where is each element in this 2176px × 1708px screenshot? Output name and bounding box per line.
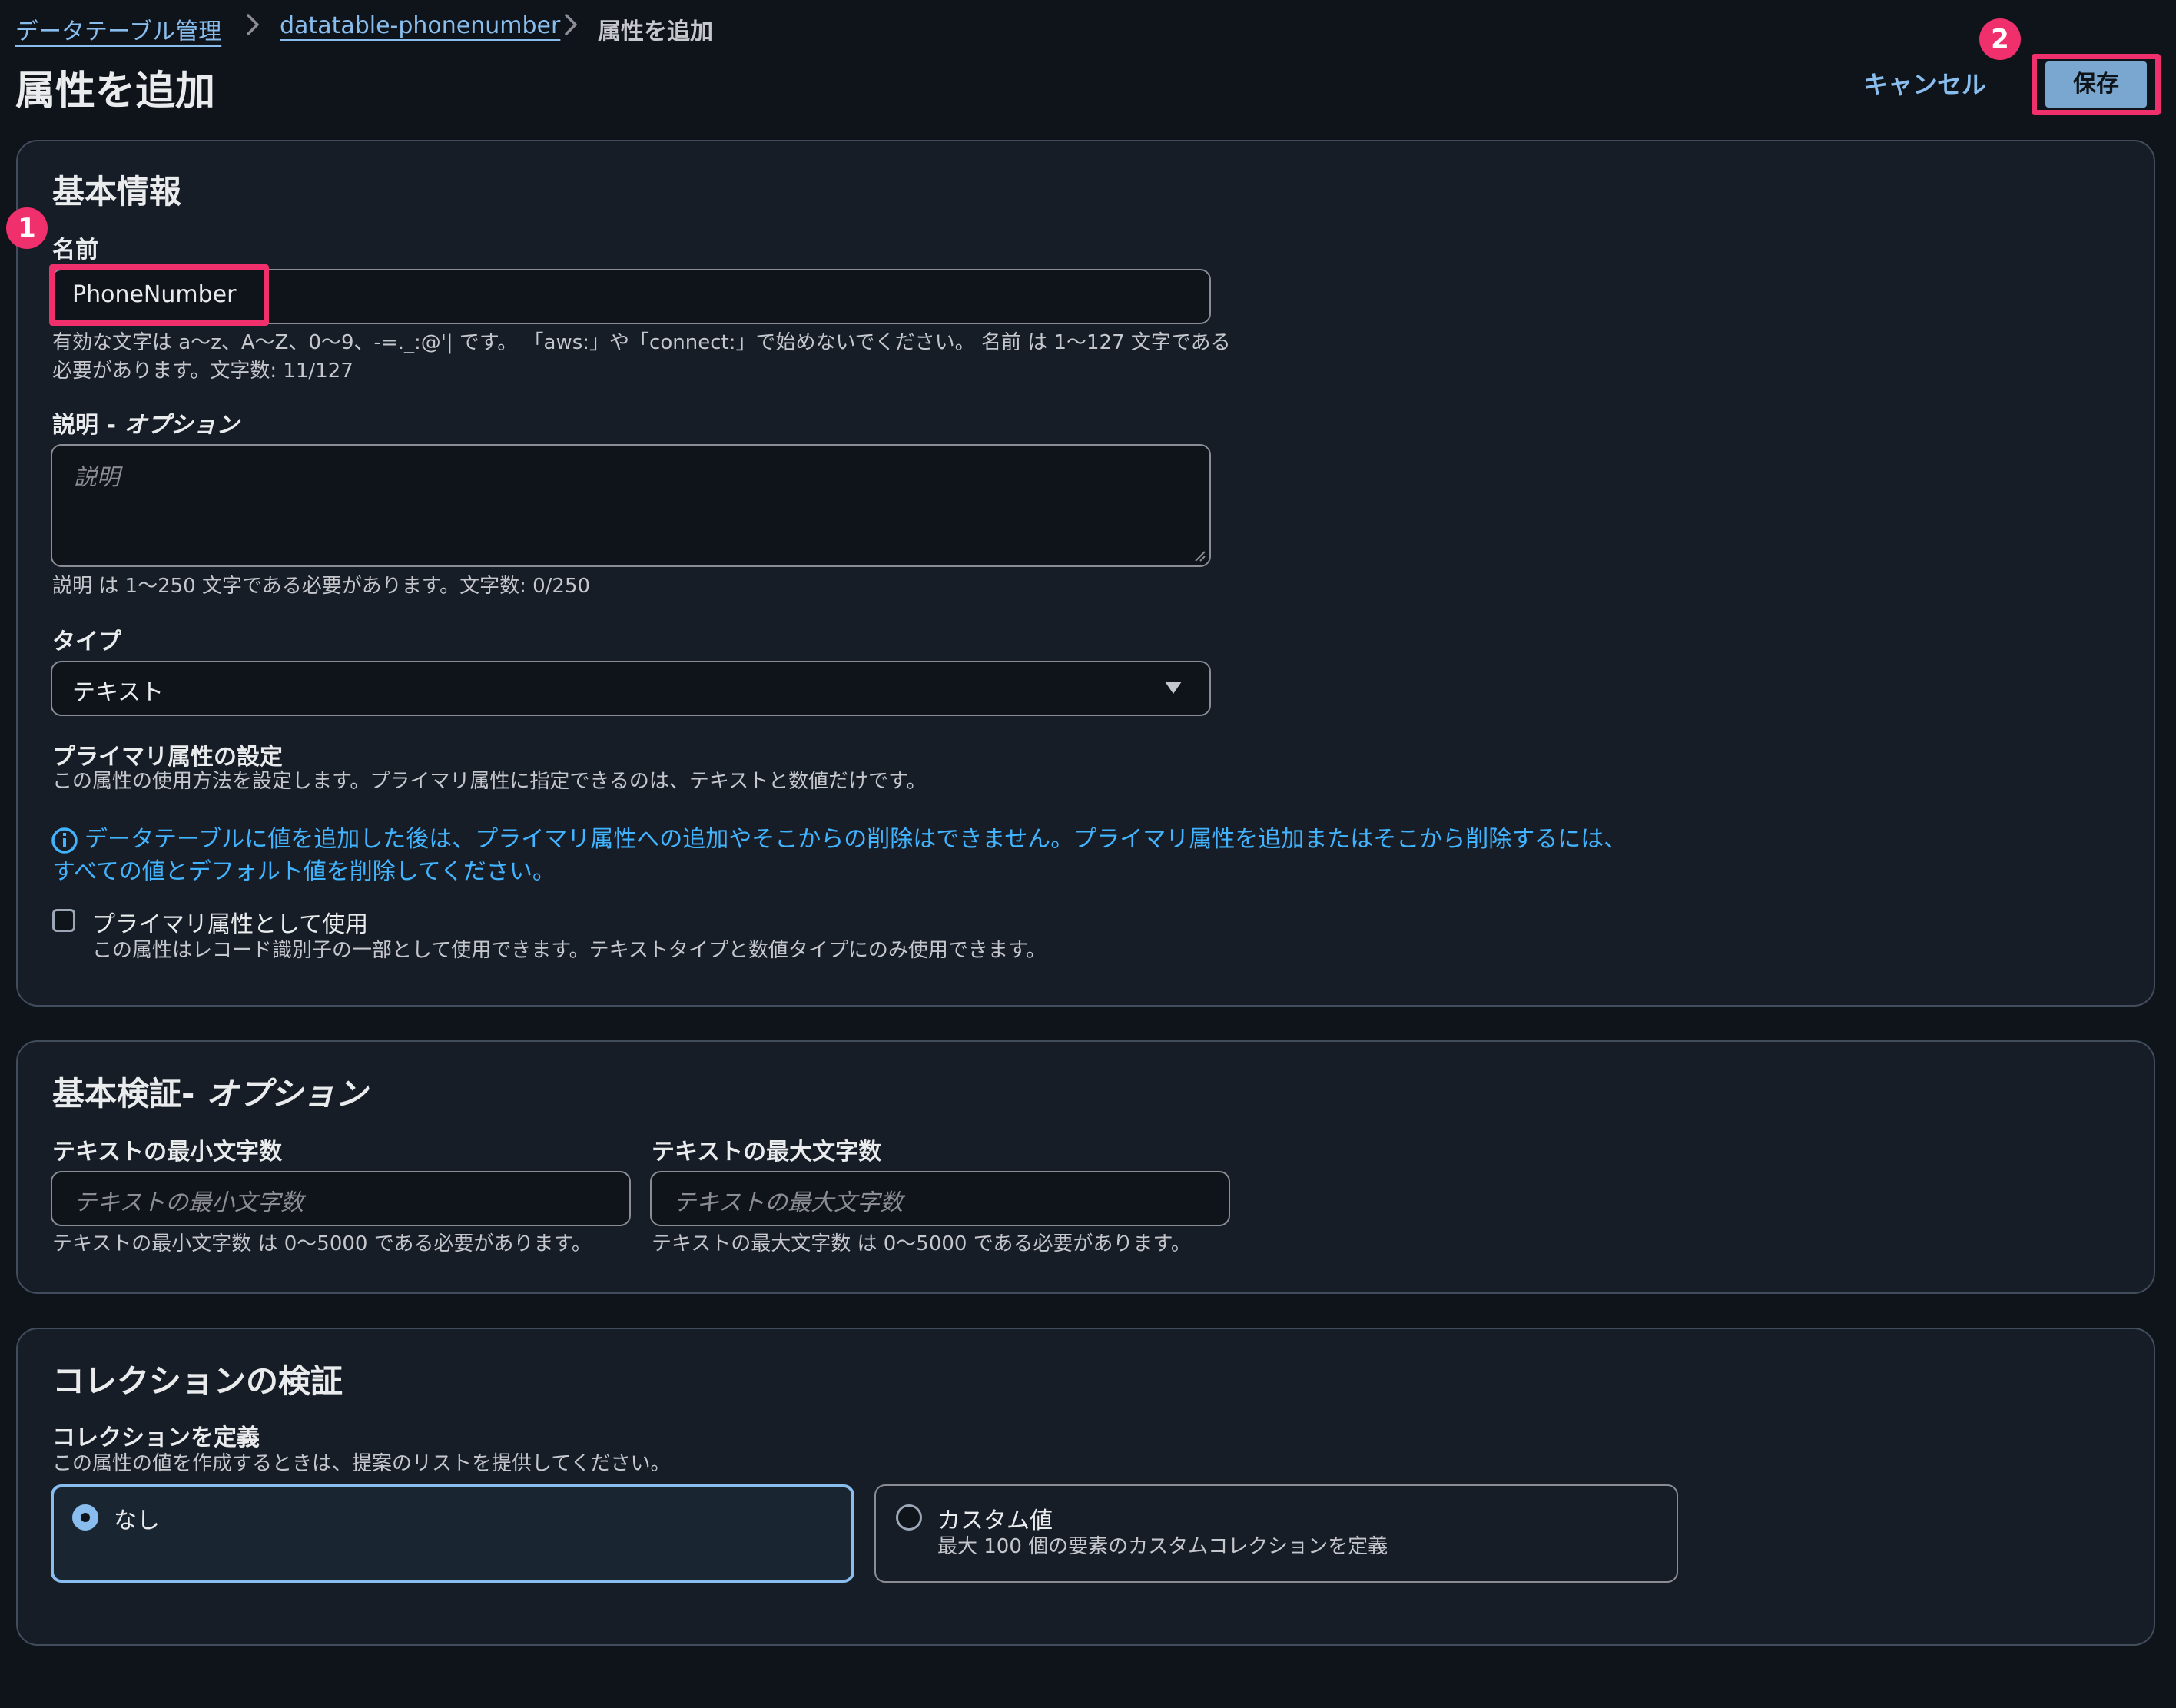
min-length-placeholder: テキストの最小文字数 (74, 1189, 304, 1216)
min-length-hint: テキストの最小文字数 は 0〜5000 である必要があります。 (52, 1232, 592, 1255)
type-select-value: テキスト (72, 679, 164, 706)
description-label: 説明 - オプション (52, 412, 240, 439)
max-length-hint: テキストの最大文字数 は 0〜5000 である必要があります。 (652, 1232, 1191, 1255)
define-collection-description: この属性の値を作成するときは、提案のリストを提供してください。 (52, 1452, 671, 1475)
info-circle-icon (51, 827, 78, 854)
annotation-marker-2: 2 (1979, 18, 2021, 60)
name-hint-line-1: 有効な文字は a〜z、A〜Z、0〜9、-=._:@'| です。 「aws:」や「… (52, 331, 1231, 354)
radio-custom-label: カスタム値 (937, 1507, 1053, 1534)
cancel-button[interactable]: キャンセル (1852, 63, 1998, 106)
collection-validation-heading: コレクションの検証 (52, 1362, 343, 1400)
primary-attribute-checkbox-description: この属性はレコード識別子の一部として使用できます。テキストタイプと数値タイプにの… (92, 939, 1047, 962)
primary-info-line-2: すべての値とデフォルト値を削除してください。 (52, 858, 556, 885)
name-hint-line-2: 必要があります。文字数: 11/127 (52, 360, 353, 383)
min-length-label: テキストの最小文字数 (52, 1139, 283, 1166)
chevron-right-icon (565, 14, 577, 35)
save-button[interactable]: 保存 (2045, 61, 2147, 108)
radio-none-label: なし (114, 1507, 160, 1534)
max-length-label: テキストの最大文字数 (652, 1139, 882, 1166)
basic-validation-optional-label: オプション (206, 1075, 368, 1113)
caret-down-icon (1165, 682, 1182, 694)
max-length-placeholder: テキストの最大文字数 (673, 1189, 904, 1216)
name-label: 名前 (52, 237, 98, 264)
description-textarea[interactable] (51, 444, 1211, 567)
primary-attribute-checkbox-label[interactable]: プライマリ属性として使用 (92, 905, 368, 939)
type-label: タイプ (52, 628, 121, 655)
breadcrumb-current: 属性を追加 (598, 18, 713, 45)
basic-validation-heading: 基本検証- オプション (52, 1075, 368, 1113)
basic-info-heading: 基本情報 (52, 173, 182, 211)
description-optional-label: オプション (124, 412, 240, 439)
primary-info-line-1: データテーブルに値を追加した後は、プライマリ属性への追加やそこからの削除はできま… (85, 826, 1627, 853)
type-select[interactable] (51, 661, 1211, 716)
primary-setting-heading: プライマリ属性の設定 (52, 744, 283, 771)
description-hint: 説明 は 1〜250 文字である必要があります。文字数: 0/250 (52, 575, 591, 598)
primary-attribute-checkbox[interactable] (52, 909, 75, 932)
radio-empty-icon[interactable] (896, 1504, 922, 1531)
description-placeholder: 説明 (74, 464, 120, 491)
radio-custom-description: 最大 100 個の要素のカスタムコレクションを定義 (937, 1535, 1388, 1558)
resize-handle-icon[interactable] (1194, 550, 1206, 562)
chevron-right-icon (247, 14, 259, 35)
primary-setting-description: この属性の使用方法を設定します。プライマリ属性に指定できるのは、テキストと数値だ… (52, 770, 927, 793)
annotation-marker-1: 1 (6, 207, 48, 249)
breadcrumb-datatable-phonenumber[interactable]: datatable-phonenumber (280, 12, 560, 39)
name-input-value: PhoneNumber (72, 281, 237, 308)
page-title: 属性を追加 (15, 68, 216, 114)
breadcrumb-datatable-management[interactable]: データテーブル管理 (15, 12, 221, 46)
radio-selected-icon[interactable] (72, 1504, 98, 1531)
radio-tile-none[interactable] (51, 1484, 854, 1583)
define-collection-label: コレクションを定義 (52, 1424, 260, 1451)
